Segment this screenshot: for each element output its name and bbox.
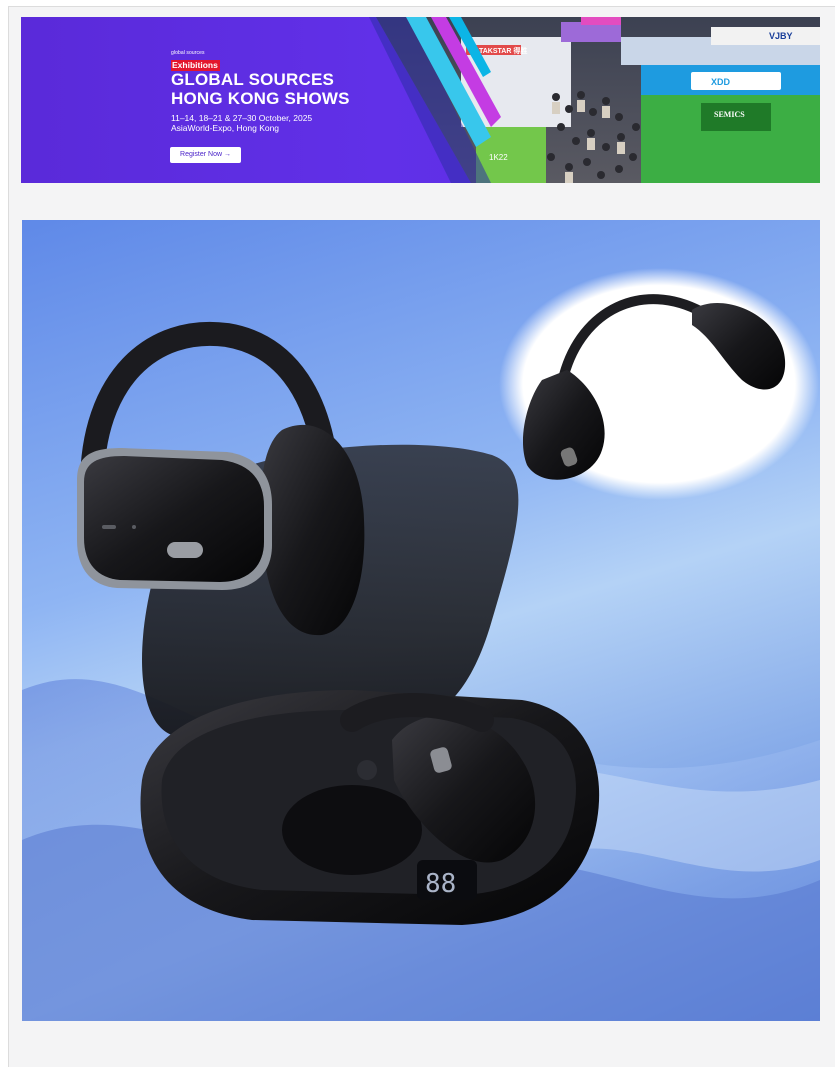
product-photo: 88 xyxy=(22,220,820,1021)
logo-small-text: global sources xyxy=(171,50,205,56)
booth-sign-takstar: TAKSTAR 得胜 xyxy=(479,46,527,55)
booth-sign-semics: SEMICS xyxy=(714,110,745,119)
banner-headline: GLOBAL SOURCES HONG KONG SHOWS xyxy=(171,70,350,108)
booth-sign-xdd: XDD xyxy=(711,77,731,87)
headline-line-1: GLOBAL SOURCES xyxy=(171,70,335,89)
banner-dates: 11–14, 18–21 & 27–30 October, 2025 AsiaW… xyxy=(171,113,312,133)
event-venue: AsiaWorld-Expo, Hong Kong xyxy=(171,123,280,133)
headline-line-2: HONG KONG SHOWS xyxy=(171,89,350,108)
banner-expo-photo: TAKSTAR 得胜 VJBY XDD SEMICS 1K22 xyxy=(369,17,820,183)
arrow-right-icon: → xyxy=(223,151,231,158)
booth-sign-1k22: 1K22 xyxy=(489,153,508,162)
product-image[interactable]: 88 xyxy=(22,220,820,1021)
global-sources-logo: global sources Exhibitions xyxy=(171,51,220,72)
register-button-label: Register Now xyxy=(180,151,223,158)
event-dates: 11–14, 18–21 & 27–30 October, 2025 xyxy=(171,113,313,123)
case-display-digits: 88 xyxy=(425,869,456,899)
booth-sign-vjby: VJBY xyxy=(769,31,793,41)
exhibition-banner[interactable]: TAKSTAR 得胜 VJBY XDD SEMICS 1K22 global s… xyxy=(21,17,820,183)
register-now-button[interactable]: Register Now → xyxy=(170,147,241,163)
logo-exhibitions-text: Exhibitions xyxy=(171,60,220,71)
